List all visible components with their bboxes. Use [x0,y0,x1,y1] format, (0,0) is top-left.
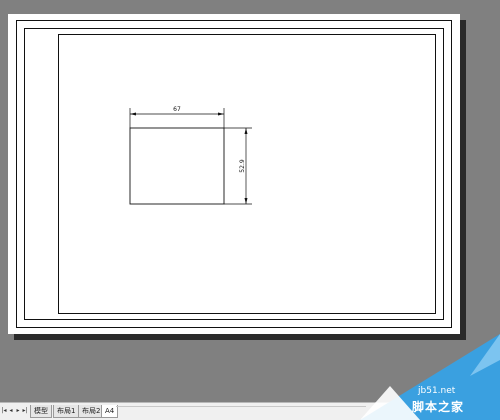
drawing-content[interactable]: 67 52.9 [8,14,460,334]
last-tab-icon[interactable]: ▸| [22,407,28,415]
site-watermark: jb51.net 脚本之家 [360,330,500,420]
layout-paper[interactable]: 67 52.9 [8,14,460,334]
height-dimension[interactable]: 52.9 [224,127,252,205]
watermark-domain: jb51.net [418,386,456,396]
tab-layout1[interactable]: 布局1 [53,405,80,418]
width-dimension-text: 67 [173,106,181,113]
horizontal-scrollbar[interactable] [116,406,366,417]
tab-model[interactable]: 模型 [30,405,52,418]
first-tab-icon[interactable]: |◂ [1,407,7,415]
height-dimension-text: 52.9 [239,159,246,173]
width-dimension[interactable]: 67 [129,106,225,128]
drawn-rectangle[interactable] [129,127,225,205]
next-tab-icon[interactable]: ▸ [15,407,21,415]
prev-tab-icon[interactable]: ◂ [8,407,14,415]
watermark-site-name: 脚本之家 [412,400,465,414]
